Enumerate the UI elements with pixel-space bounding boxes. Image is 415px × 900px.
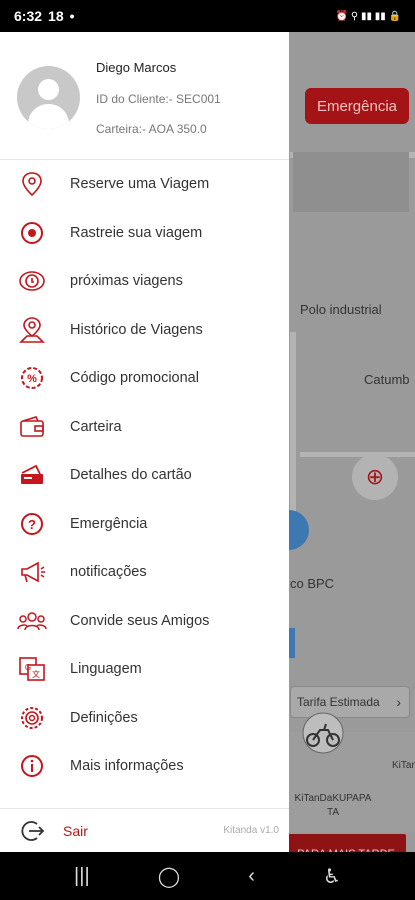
- megaphone-icon: [17, 557, 47, 587]
- status-time: 6:32: [14, 8, 43, 24]
- menu-item-settings[interactable]: Definições: [0, 694, 289, 743]
- app-version: Kitanda v1.0: [223, 825, 279, 836]
- menu-item-label: próximas viagens: [70, 273, 183, 290]
- user-name: Diego Marcos: [96, 60, 177, 75]
- motorbike-icon[interactable]: [300, 712, 346, 754]
- locate-me-button[interactable]: ⊕: [352, 454, 398, 500]
- menu-item-label: Histórico de Viagens: [70, 321, 203, 338]
- status-bar: 6:32 18 • ⏰ ⚲ ▮▮ ▮▮ 🔒: [0, 0, 415, 32]
- menu-item-label: Rastreie sua viagem: [70, 224, 203, 241]
- map-search-box[interactable]: [293, 152, 409, 212]
- friends-icon: [17, 606, 47, 636]
- logout-icon[interactable]: [19, 818, 45, 844]
- info-icon: [17, 751, 47, 781]
- menu-item-label: Reserve uma Viagem: [70, 176, 210, 193]
- map-road: [300, 452, 415, 457]
- menu-item-label: Convide seus Amigos: [70, 612, 210, 629]
- menu-item-emergency[interactable]: ? Emergência: [0, 500, 289, 549]
- avatar[interactable]: [17, 66, 80, 129]
- menu-item-card-details[interactable]: Detalhes do cartão: [0, 451, 289, 500]
- menu-item-label: notificações: [70, 564, 147, 581]
- menu-item-label: Emergência: [70, 515, 148, 532]
- menu-item-label: Linguagem: [70, 661, 142, 678]
- menu-item-trip-history[interactable]: Histórico de Viagens: [0, 306, 289, 355]
- menu-item-notifications[interactable]: notificações: [0, 548, 289, 597]
- menu-item-track-trip[interactable]: Rastreie sua viagem: [0, 209, 289, 258]
- svg-text:%: %: [27, 373, 37, 385]
- status-extra: 18: [48, 8, 64, 24]
- schedule-later-button[interactable]: PARA MAIS TARDE: [286, 834, 406, 852]
- status-dot-icon: •: [69, 8, 75, 24]
- logout-button[interactable]: Sair: [63, 823, 88, 839]
- upcoming-icon: [17, 266, 47, 296]
- pin-icon: [17, 169, 47, 199]
- home-icon[interactable]: ◯: [158, 864, 180, 889]
- drawer-footer: Sair Kitanda v1.0: [0, 808, 289, 852]
- card-icon: [17, 460, 47, 490]
- svg-text:文: 文: [32, 669, 40, 679]
- menu-item-wallet[interactable]: Carteira: [0, 403, 289, 452]
- history-icon: [17, 315, 47, 345]
- wallet-icon: [17, 412, 47, 442]
- vehicle-name: KiTanI: [392, 760, 415, 771]
- map-place-label: Polo industrial: [300, 302, 382, 317]
- settings-icon: [17, 703, 47, 733]
- help-icon: ?: [17, 509, 47, 539]
- client-id: ID do Cliente:- SEC001: [96, 92, 221, 106]
- back-icon[interactable]: ‹: [248, 865, 255, 888]
- menu-item-label: Definições: [70, 709, 138, 726]
- accessibility-icon[interactable]: ♿: [323, 864, 341, 889]
- crosshair-icon: ⊕: [365, 464, 385, 489]
- menu-item-upcoming-trips[interactable]: próximas viagens: [0, 257, 289, 306]
- svg-text:G: G: [25, 663, 31, 672]
- menu-item-label: Carteira: [70, 418, 122, 435]
- status-right-icons: ⏰ ⚲ ▮▮ ▮▮ 🔒: [335, 10, 401, 22]
- promo-icon: %: [17, 363, 47, 393]
- menu-item-book-trip[interactable]: Reserve uma Viagem: [0, 160, 289, 209]
- navigation-drawer: Diego Marcos ID do Cliente:- SEC001 Cart…: [0, 32, 289, 852]
- menu-item-more-info[interactable]: Mais informações: [0, 742, 289, 791]
- system-nav-bar: ||| ◯ ‹ ♿: [0, 852, 415, 900]
- menu-item-label: Detalhes do cartão: [70, 467, 192, 484]
- target-icon: [17, 218, 47, 248]
- menu-item-label: Código promocional: [70, 370, 199, 387]
- map-water: [289, 628, 295, 658]
- menu-item-invite-friends[interactable]: Convide seus Amigos: [0, 597, 289, 646]
- map-place-label: Catumb: [364, 372, 410, 387]
- recent-apps-icon[interactable]: |||: [74, 865, 90, 888]
- map-place-label: co BPC: [290, 576, 335, 591]
- map-water: [289, 510, 309, 550]
- language-icon: G文: [17, 654, 47, 684]
- menu-item-label: Mais informações: [70, 758, 184, 775]
- chevron-right-icon: ›: [396, 694, 401, 710]
- drawer-menu: Reserve uma Viagem Rastreie sua viagem p…: [0, 160, 289, 791]
- fare-label: Tarifa Estimada: [297, 695, 380, 709]
- profile-header[interactable]: Diego Marcos ID do Cliente:- SEC001 Cart…: [0, 32, 289, 160]
- wallet-balance: Carteira:- AOA 350.0: [96, 122, 207, 136]
- emergency-button[interactable]: Emergência: [305, 88, 409, 124]
- svg-text:?: ?: [28, 517, 36, 532]
- menu-item-language[interactable]: G文 Linguagem: [0, 645, 289, 694]
- vehicle-name: KiTanDaKUPAPA TA: [294, 793, 372, 818]
- menu-item-promo-code[interactable]: % Código promocional: [0, 354, 289, 403]
- map-road: [290, 332, 296, 532]
